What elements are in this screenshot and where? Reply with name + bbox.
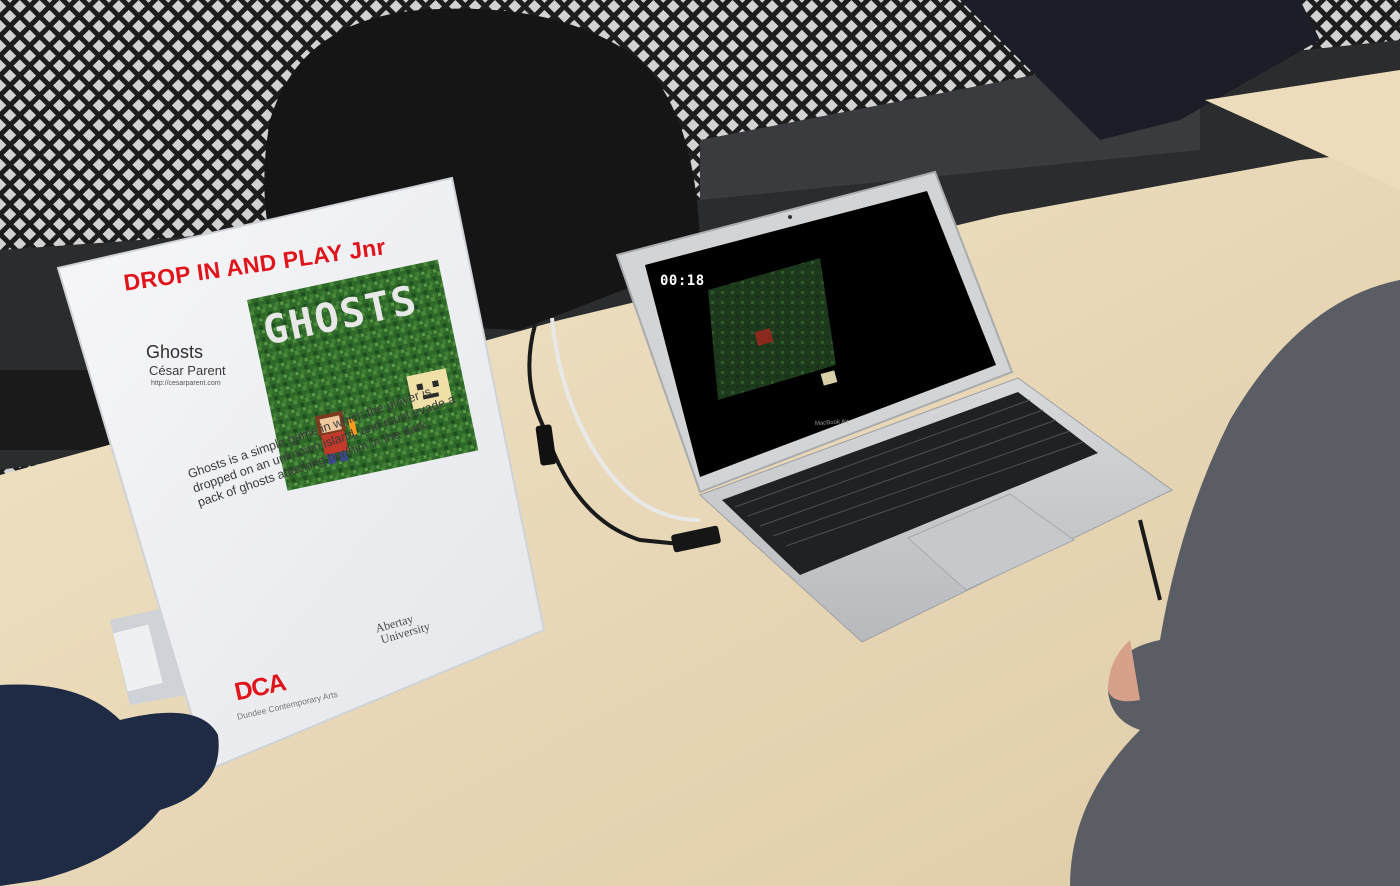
photo-scene: GHOSTS DROP IN AND PLAY Jnr Ghosts César… <box>0 0 1400 886</box>
scene-illustration: GHOSTS <box>0 0 1400 886</box>
game-timer: 00:18 <box>660 273 705 289</box>
author-url: http://cesarparent.com <box>151 380 221 387</box>
author-name: César Parent <box>149 363 226 378</box>
game-name: Ghosts <box>146 342 204 362</box>
